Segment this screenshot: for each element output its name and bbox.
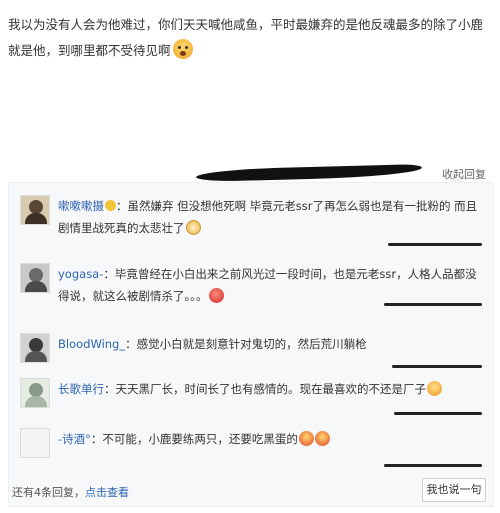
- reply-text: 嗽嗽嗽摄 ：虽然嫌弃 但没想他死啊 毕竟元老ssr了再怎么弱也是有一批粉的 而且剧…: [58, 199, 478, 235]
- reply-username[interactable]: 嗽嗽嗽摄: [58, 199, 104, 213]
- reply-text: -诗酒°：不可能，小鹿要练两只，还要吃黑蛋的: [58, 428, 478, 450]
- reply-item: 嗽嗽嗽摄 ：虽然嫌弃 但没想他死啊 毕竟元老ssr了再怎么弱也是有一批粉的 而且剧…: [20, 195, 482, 251]
- reply-username[interactable]: yogasa-: [58, 267, 103, 281]
- shocked-face-icon: [172, 39, 193, 59]
- reply-body: 毕竟曾经在小白出来之前风光过一段时间，也是元老ssr，人格人品都没得说，就这么被…: [58, 267, 477, 303]
- redacted-timestamp-mark: [394, 412, 482, 415]
- view-more-link[interactable]: 点击查看: [85, 486, 129, 499]
- grin-icon: [298, 431, 314, 446]
- post-body: 我以为没有人会为他难过，你们天天喊他咸鱼，平时最嫌弃的是他反魂最多的除了小鹿就是…: [8, 17, 484, 58]
- reply-text: 长歌单行：天天黑厂长，时间长了也有感情的。现在最喜欢的不还是厂子: [58, 378, 478, 400]
- redacted-timestamp-mark: [384, 303, 482, 306]
- reply-text: BloodWing_：感觉小白就是刻意针对鬼切的，然后荒川躺枪: [58, 337, 367, 351]
- redacted-timestamp-mark: [384, 464, 482, 467]
- laugh-icon: [427, 381, 442, 396]
- more-replies-text: 还有4条回复，点击查看: [12, 484, 129, 500]
- reply-button[interactable]: 我也说一句: [422, 478, 486, 502]
- smile-icon: [105, 200, 116, 211]
- reply-body: 天天黑厂长，时间长了也有感情的。现在最喜欢的不还是厂子: [115, 382, 427, 396]
- avatar[interactable]: [20, 333, 50, 363]
- reply-username[interactable]: 长歌单行: [58, 382, 104, 396]
- smile-icon: [185, 220, 201, 235]
- reply-item: BloodWing_：感觉小白就是刻意针对鬼切的，然后荒川躺枪: [20, 333, 482, 369]
- redacted-username-mark: [195, 164, 423, 182]
- reply-text: yogasa-：毕竟曾经在小白出来之前风光过一段时间，也是元老ssr，人格人品都…: [58, 267, 477, 303]
- avatar[interactable]: [20, 263, 50, 293]
- reply-item: 长歌单行：天天黑厂长，时间长了也有感情的。现在最喜欢的不还是厂子: [20, 378, 482, 418]
- sad-icon: [208, 288, 224, 303]
- reply-username[interactable]: BloodWing_: [58, 337, 125, 351]
- reply-item: yogasa-：毕竟曾经在小白出来之前风光过一段时间，也是元老ssr，人格人品都…: [20, 263, 482, 313]
- reply-body: 不可能，小鹿要练两只，还要吃黑蛋的: [102, 432, 298, 446]
- grin-icon: [314, 431, 330, 446]
- reply-item: -诗酒°：不可能，小鹿要练两只，还要吃黑蛋的: [20, 428, 482, 468]
- more-replies-prefix: 还有4条回复，: [12, 486, 85, 499]
- redacted-timestamp-mark: [392, 365, 482, 368]
- avatar[interactable]: [20, 195, 50, 225]
- reply-username[interactable]: -诗酒°: [58, 432, 91, 446]
- redacted-timestamp-mark: [388, 243, 482, 246]
- avatar[interactable]: [20, 428, 50, 458]
- post-text: 我以为没有人会为他难过，你们天天喊他咸鱼，平时最嫌弃的是他反魂最多的除了小鹿就是…: [8, 12, 494, 64]
- avatar[interactable]: [20, 378, 50, 408]
- reply-body: 感觉小白就是刻意针对鬼切的，然后荒川躺枪: [136, 337, 367, 351]
